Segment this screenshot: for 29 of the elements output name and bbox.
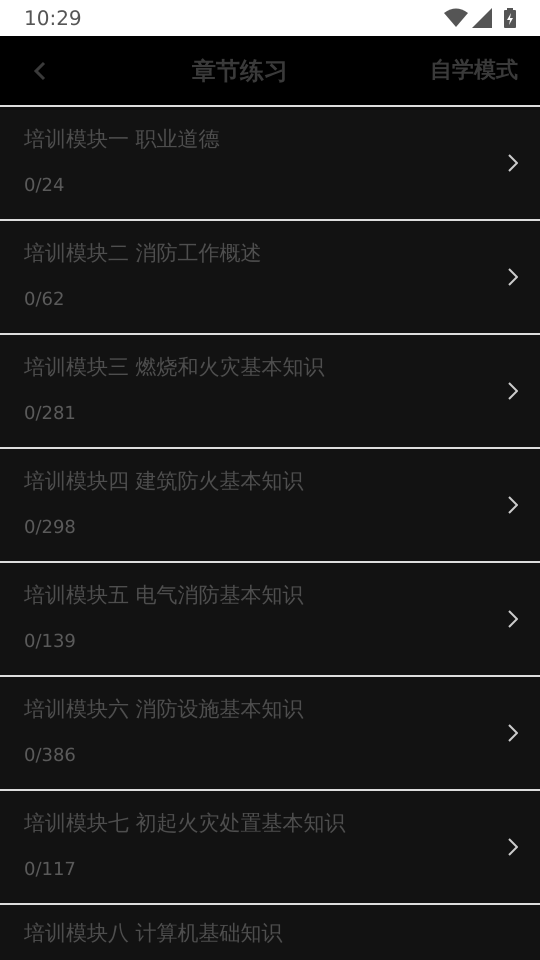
chevron-right-icon bbox=[508, 496, 518, 514]
back-icon bbox=[34, 61, 46, 82]
chapter-title: 培训模块三 燃烧和火灾基本知识 bbox=[24, 354, 325, 380]
chapter-title: 培训模块六 消防设施基本知识 bbox=[24, 696, 304, 722]
chapter-title: 培训模块一 职业道德 bbox=[24, 126, 220, 152]
chevron-right-icon bbox=[508, 610, 518, 628]
chevron-right-icon bbox=[508, 838, 518, 856]
progress-count: 0/62 bbox=[24, 288, 66, 312]
battery-icon bbox=[504, 8, 516, 28]
chevron-right-icon bbox=[508, 724, 518, 742]
progress-count: 0/117 bbox=[24, 858, 77, 882]
clock: 10:29 bbox=[24, 5, 82, 32]
chapter-title: 培训模块四 建筑防火基本知识 bbox=[24, 468, 304, 494]
wifi-icon bbox=[444, 8, 468, 28]
progress-count: 0/298 bbox=[24, 516, 77, 540]
signal-icon bbox=[472, 8, 492, 28]
chevron-right-icon bbox=[508, 154, 518, 172]
chapter-title: 培训模块八 计算机基础知识 bbox=[24, 921, 283, 946]
chevron-right-icon bbox=[508, 382, 518, 400]
progress-count: 0/24 bbox=[24, 174, 66, 198]
progress-count: 0/139 bbox=[24, 630, 77, 654]
chevron-right-icon bbox=[508, 268, 518, 286]
progress-count: 0/281 bbox=[24, 402, 77, 426]
chapter-title: 培训模块二 消防工作概述 bbox=[24, 240, 262, 266]
page-title: 章节练习 bbox=[192, 56, 288, 86]
progress-count: 0/386 bbox=[24, 744, 77, 768]
chapter-title: 培训模块五 电气消防基本知识 bbox=[24, 582, 304, 608]
self-study-mode-button[interactable]: 自学模式 bbox=[430, 54, 518, 87]
chapter-title: 培训模块七 初起火灾处置基本知识 bbox=[24, 810, 346, 836]
